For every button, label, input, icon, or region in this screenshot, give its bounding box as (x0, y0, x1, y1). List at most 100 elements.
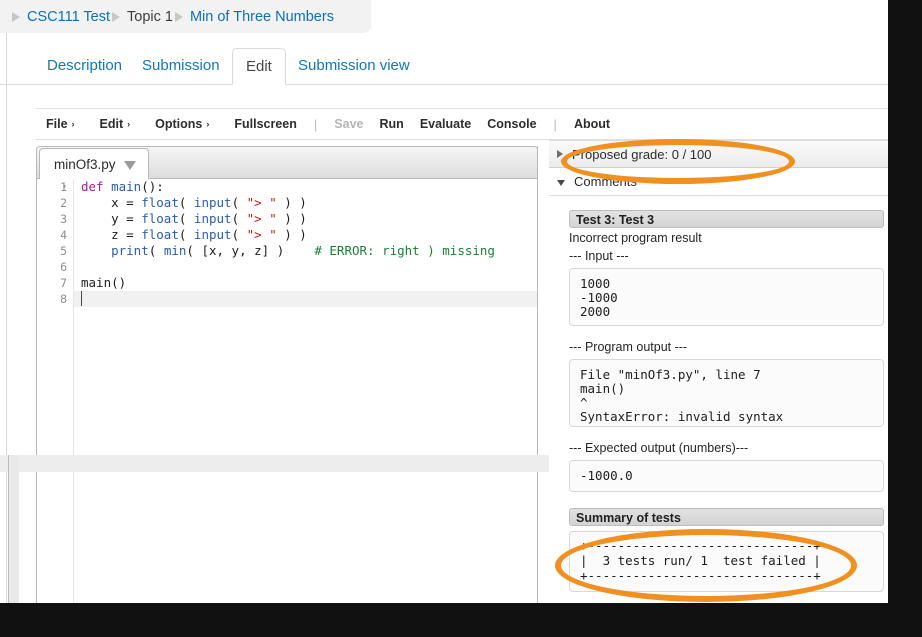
code-token: ( (231, 195, 247, 210)
input-section-label: --- Input --- (569, 249, 629, 263)
page-band (0, 455, 549, 472)
code-token: ( (148, 243, 164, 258)
code-lines[interactable]: def main(): x = float( input( "> " ) ) y… (81, 179, 537, 307)
input-output-box: 1000 -1000 2000 (569, 268, 884, 326)
button-console[interactable]: Console (479, 117, 544, 131)
line-number: 6 (60, 260, 67, 274)
code-token: ) ) (276, 211, 307, 226)
button-about[interactable]: About (566, 117, 618, 131)
menu-file-label: File (46, 117, 68, 131)
line-number: 1 ▾ (60, 179, 67, 195)
triangle-right-icon (557, 150, 563, 158)
code-token: y = (81, 211, 142, 226)
code-line[interactable]: y = float( input( "> " ) ) (81, 211, 537, 227)
summary-of-tests-header: Summary of tests (569, 508, 884, 526)
program-output-section-label: --- Program output --- (569, 340, 688, 354)
code-line[interactable] (81, 291, 537, 307)
comments-header[interactable]: Comments (549, 168, 899, 196)
file-tab-label: minOf3.py (54, 156, 116, 172)
code-token: ( (178, 211, 194, 226)
chevron-right-icon: › (71, 119, 75, 129)
toolbar-divider: | (553, 116, 557, 132)
comments-body: Test 3: Test 3 Incorrect program result … (549, 196, 899, 592)
proposed-grade-label: Proposed grade: 0 / 100 (572, 146, 712, 162)
test-case-title: Test 3: Test 3 (569, 210, 884, 228)
code-token: print (111, 243, 149, 258)
editor-file-tabbar: minOf3.py (37, 147, 537, 179)
tab-edit[interactable]: Edit (232, 48, 286, 85)
button-run[interactable]: Run (372, 117, 412, 131)
code-line[interactable] (81, 259, 537, 275)
code-token: main() (81, 275, 127, 290)
line-number: 2 (60, 196, 67, 210)
comments-label: Comments (574, 174, 637, 189)
chevron-right-icon: › (127, 119, 131, 129)
breadcrumb-item-activity[interactable]: Min of Three Numbers (190, 9, 334, 25)
code-token: # ERROR: right ) missing (314, 243, 495, 258)
breadcrumb-item-course[interactable]: CSC111 Test (27, 9, 110, 25)
expected-output-section-label: --- Expected output (numbers)--- (569, 441, 749, 455)
code-token: x = (81, 195, 142, 210)
grading-panel: Proposed grade: 0 / 100 Comments Test 3:… (549, 140, 899, 620)
code-line[interactable]: print( min( [x, y, z] ) # ERROR: right )… (81, 243, 537, 259)
chevron-down-icon[interactable] (123, 160, 136, 170)
menu-options-label: Options (155, 117, 203, 131)
menu-edit-label: Edit (99, 117, 124, 131)
code-token: float (141, 211, 179, 226)
line-number: 4 (60, 228, 67, 242)
code-token: ( (231, 211, 247, 226)
menu-fullscreen[interactable]: Fullscreen (226, 117, 305, 131)
line-number: 3 (60, 212, 67, 226)
code-token: ) ) (276, 227, 307, 242)
file-tab-minof3[interactable]: minOf3.py (39, 148, 149, 179)
toolbar-divider: | (313, 116, 318, 132)
tab-description[interactable]: Description (34, 48, 135, 85)
tab-submission[interactable]: Submission (129, 48, 233, 85)
code-token: "> " (246, 211, 277, 226)
tab-submission-view[interactable]: Submission view (285, 48, 423, 85)
code-line[interactable]: def main(): (81, 179, 537, 195)
proposed-grade-header[interactable]: Proposed grade: 0 / 100 (549, 140, 899, 168)
menu-edit[interactable]: Edit › (92, 117, 139, 131)
code-token: ( (178, 195, 194, 210)
test-result-text: Incorrect program result (569, 231, 702, 245)
editor-toolbar: File › Edit › Options › Fullscreen | Save R… (36, 108, 916, 140)
code-line[interactable]: x = float( input( "> " ) ) (81, 195, 537, 211)
code-token: float (141, 195, 179, 210)
code-token: "> " (246, 195, 277, 210)
breadcrumb: CSC111 Test Topic 1 Min of Three Numbers (0, 0, 371, 33)
code-token: float (141, 227, 179, 242)
code-line[interactable]: z = float( input( "> " ) ) (81, 227, 537, 243)
code-fold-icon[interactable]: ▾ (62, 179, 67, 195)
triangle-right-icon (12, 11, 20, 22)
code-token: z = (81, 227, 142, 242)
page-root: CSC111 Test Topic 1 Min of Three Numbers… (0, 0, 922, 637)
tab-strip: Description Submission Edit Submission v… (0, 48, 900, 85)
triangle-right-icon (112, 11, 121, 22)
code-token: (): (141, 179, 164, 194)
code-area[interactable]: 1 ▾ 2 3 4 5 6 7 8 def main(): x = float( input( … (37, 179, 537, 610)
code-token: input (193, 195, 232, 210)
code-token: ( (178, 227, 194, 242)
code-editor-panel: minOf3.py 1 ▾ 2 3 4 5 6 7 8 def main(): x = floa… (36, 146, 538, 611)
page-left-chrome (8, 455, 19, 615)
menu-options[interactable]: Options › (147, 117, 217, 131)
line-number-gutter: 1 ▾ 2 3 4 5 6 7 8 (37, 179, 74, 610)
button-evaluate[interactable]: Evaluate (412, 117, 479, 131)
panel-divider (537, 146, 538, 611)
code-token: def (81, 179, 112, 194)
code-token: main (111, 179, 142, 194)
code-token: ) ) (276, 195, 307, 210)
chevron-right-icon: › (206, 119, 210, 129)
button-save[interactable]: Save (326, 117, 371, 131)
line-number: 5 (60, 244, 67, 258)
menu-file[interactable]: File › (36, 117, 83, 131)
summary-of-tests-box: +------------------------------+ | 3 tes… (569, 531, 884, 592)
code-token: min (163, 243, 187, 258)
code-token: input (193, 227, 232, 242)
line-number: 8 (60, 292, 67, 306)
program-output-box: File "minOf3.py", line 7 main() ^ Syntax… (569, 359, 884, 427)
code-line[interactable]: main() (81, 275, 537, 291)
